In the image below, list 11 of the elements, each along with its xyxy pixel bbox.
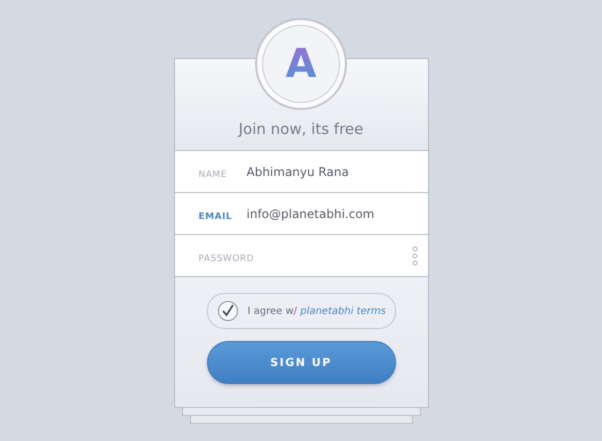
agree-checkbox[interactable] [218, 301, 238, 321]
field-label: NAME [198, 168, 227, 182]
dots-icon[interactable] [412, 246, 418, 266]
form-title: Join now, its free [238, 120, 364, 138]
check-icon [220, 304, 234, 318]
field-label: EMAIL [198, 210, 232, 224]
input-field[interactable]: info@planetabhi.com [246, 206, 418, 220]
input-field[interactable]: Abhimanyu Rana [246, 164, 418, 178]
sign-up-button[interactable]: SIGN UP [206, 341, 396, 384]
field-label: PASSWORD [198, 252, 254, 266]
agree-text: I agree w/ planetabhi terms [248, 306, 386, 316]
